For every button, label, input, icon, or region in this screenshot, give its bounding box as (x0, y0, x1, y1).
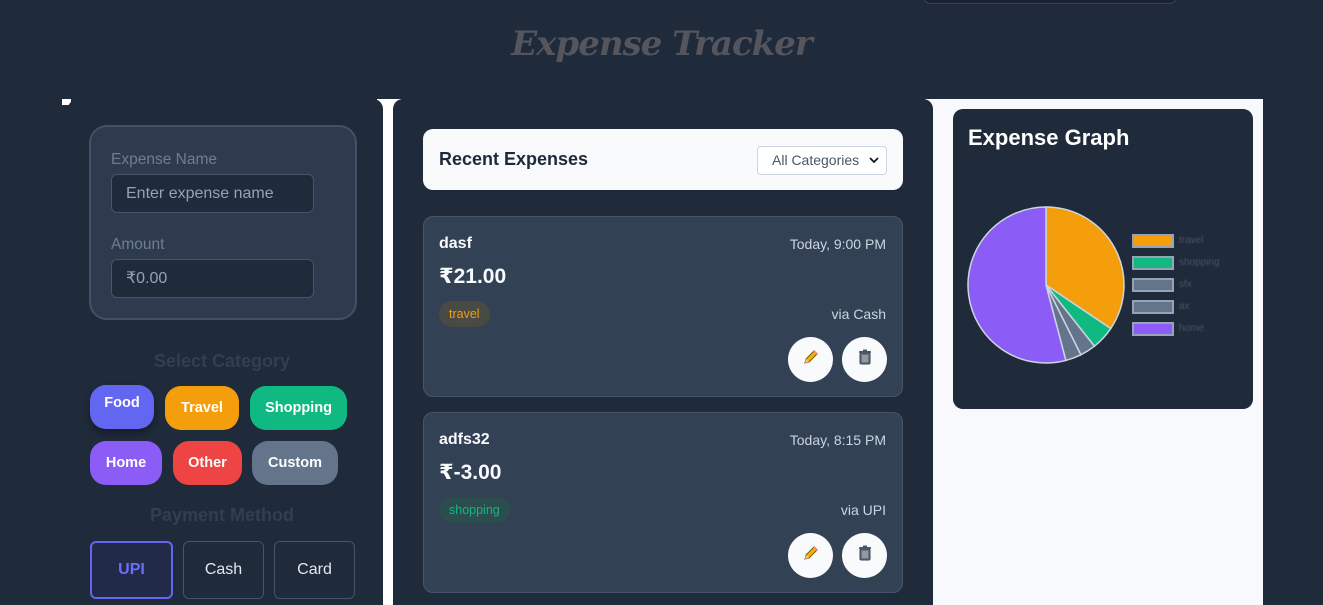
legend-label: sfx (1179, 279, 1192, 290)
category-chip-custom[interactable]: Custom (252, 441, 338, 485)
expense-time: Today, 9:00 PM (789, 236, 886, 252)
expense-category-badge: shopping (439, 497, 510, 523)
chevron-down-icon (869, 147, 879, 185)
select-category-heading: Select Category (153, 351, 291, 371)
legend-label: travel (1179, 235, 1204, 246)
expense-graph-card: Expense Graph travel shopping sfx ax home (953, 109, 1253, 409)
payment-card-button[interactable]: Card (274, 541, 355, 599)
category-chip-other[interactable]: Other (173, 441, 242, 485)
expense-category-badge: travel (439, 301, 490, 327)
category-chip-home[interactable]: Home (90, 441, 162, 485)
expense-payment-method: via UPI (840, 502, 886, 518)
payment-upi-button[interactable]: UPI (90, 541, 173, 599)
page-title: Expense Tracker (511, 24, 813, 64)
expense-name-label: Expense Name (111, 151, 217, 168)
category-filter-select[interactable]: All Categories (757, 146, 887, 175)
expense-name-input[interactable]: Enter expense name (111, 174, 314, 213)
trash-icon (856, 544, 874, 567)
pencil-icon (802, 544, 820, 567)
payment-cash-button[interactable]: Cash (183, 541, 264, 599)
legend-swatch (1132, 234, 1174, 248)
expense-time: Today, 8:15 PM (789, 432, 886, 448)
expense-form: Expense Name Enter expense name Amount ₹… (89, 125, 357, 320)
recent-expenses-header: Recent Expenses All Categories (423, 129, 903, 190)
expense-payment-method: via Cash (831, 306, 886, 322)
amount-label: Amount (111, 236, 165, 253)
delete-button[interactable] (842, 337, 887, 382)
expense-card: adfs32 Today, 8:15 PM ₹-3.00 shopping vi… (423, 412, 903, 593)
payment-method-heading: Payment Method (149, 505, 295, 525)
expense-name: adfs32 (439, 431, 490, 448)
category-chip-food[interactable]: Food (90, 385, 154, 429)
category-filter-value: All Categories (772, 152, 860, 168)
legend-label: shopping (1179, 257, 1220, 268)
recent-expenses-title: Recent Expenses (439, 149, 589, 169)
legend-swatch (1132, 256, 1174, 270)
category-chip-shopping[interactable]: Shopping (250, 386, 347, 430)
app-root: Expense Tracker Expense Name Enter expen… (0, 0, 1323, 605)
legend-swatch (1132, 322, 1174, 336)
expense-graph-title: Expense Graph (968, 125, 1130, 150)
top-bar-fragment (922, 0, 1178, 4)
amount-input[interactable]: ₹0.00 (111, 259, 314, 298)
add-expense-panel: Expense Name Enter expense name Amount ₹… (68, 99, 383, 605)
legend-label: ax (1179, 301, 1190, 312)
recent-expenses-panel: Recent Expenses All Categories dasf Toda… (393, 99, 933, 605)
legend-swatch (1132, 300, 1174, 314)
legend-swatch (1132, 278, 1174, 292)
trash-icon (856, 348, 874, 371)
expense-card: dasf Today, 9:00 PM ₹21.00 travel via Ca… (423, 216, 903, 397)
edit-button[interactable] (788, 337, 833, 382)
expense-amount: ₹21.00 (439, 265, 507, 288)
pencil-icon (802, 348, 820, 371)
expense-name: dasf (439, 235, 472, 252)
edit-button[interactable] (788, 533, 833, 578)
pie-chart (967, 206, 1125, 364)
legend-label: home (1179, 323, 1205, 334)
delete-button[interactable] (842, 533, 887, 578)
expense-amount: ₹-3.00 (439, 461, 502, 484)
category-chip-travel[interactable]: Travel (165, 386, 239, 430)
